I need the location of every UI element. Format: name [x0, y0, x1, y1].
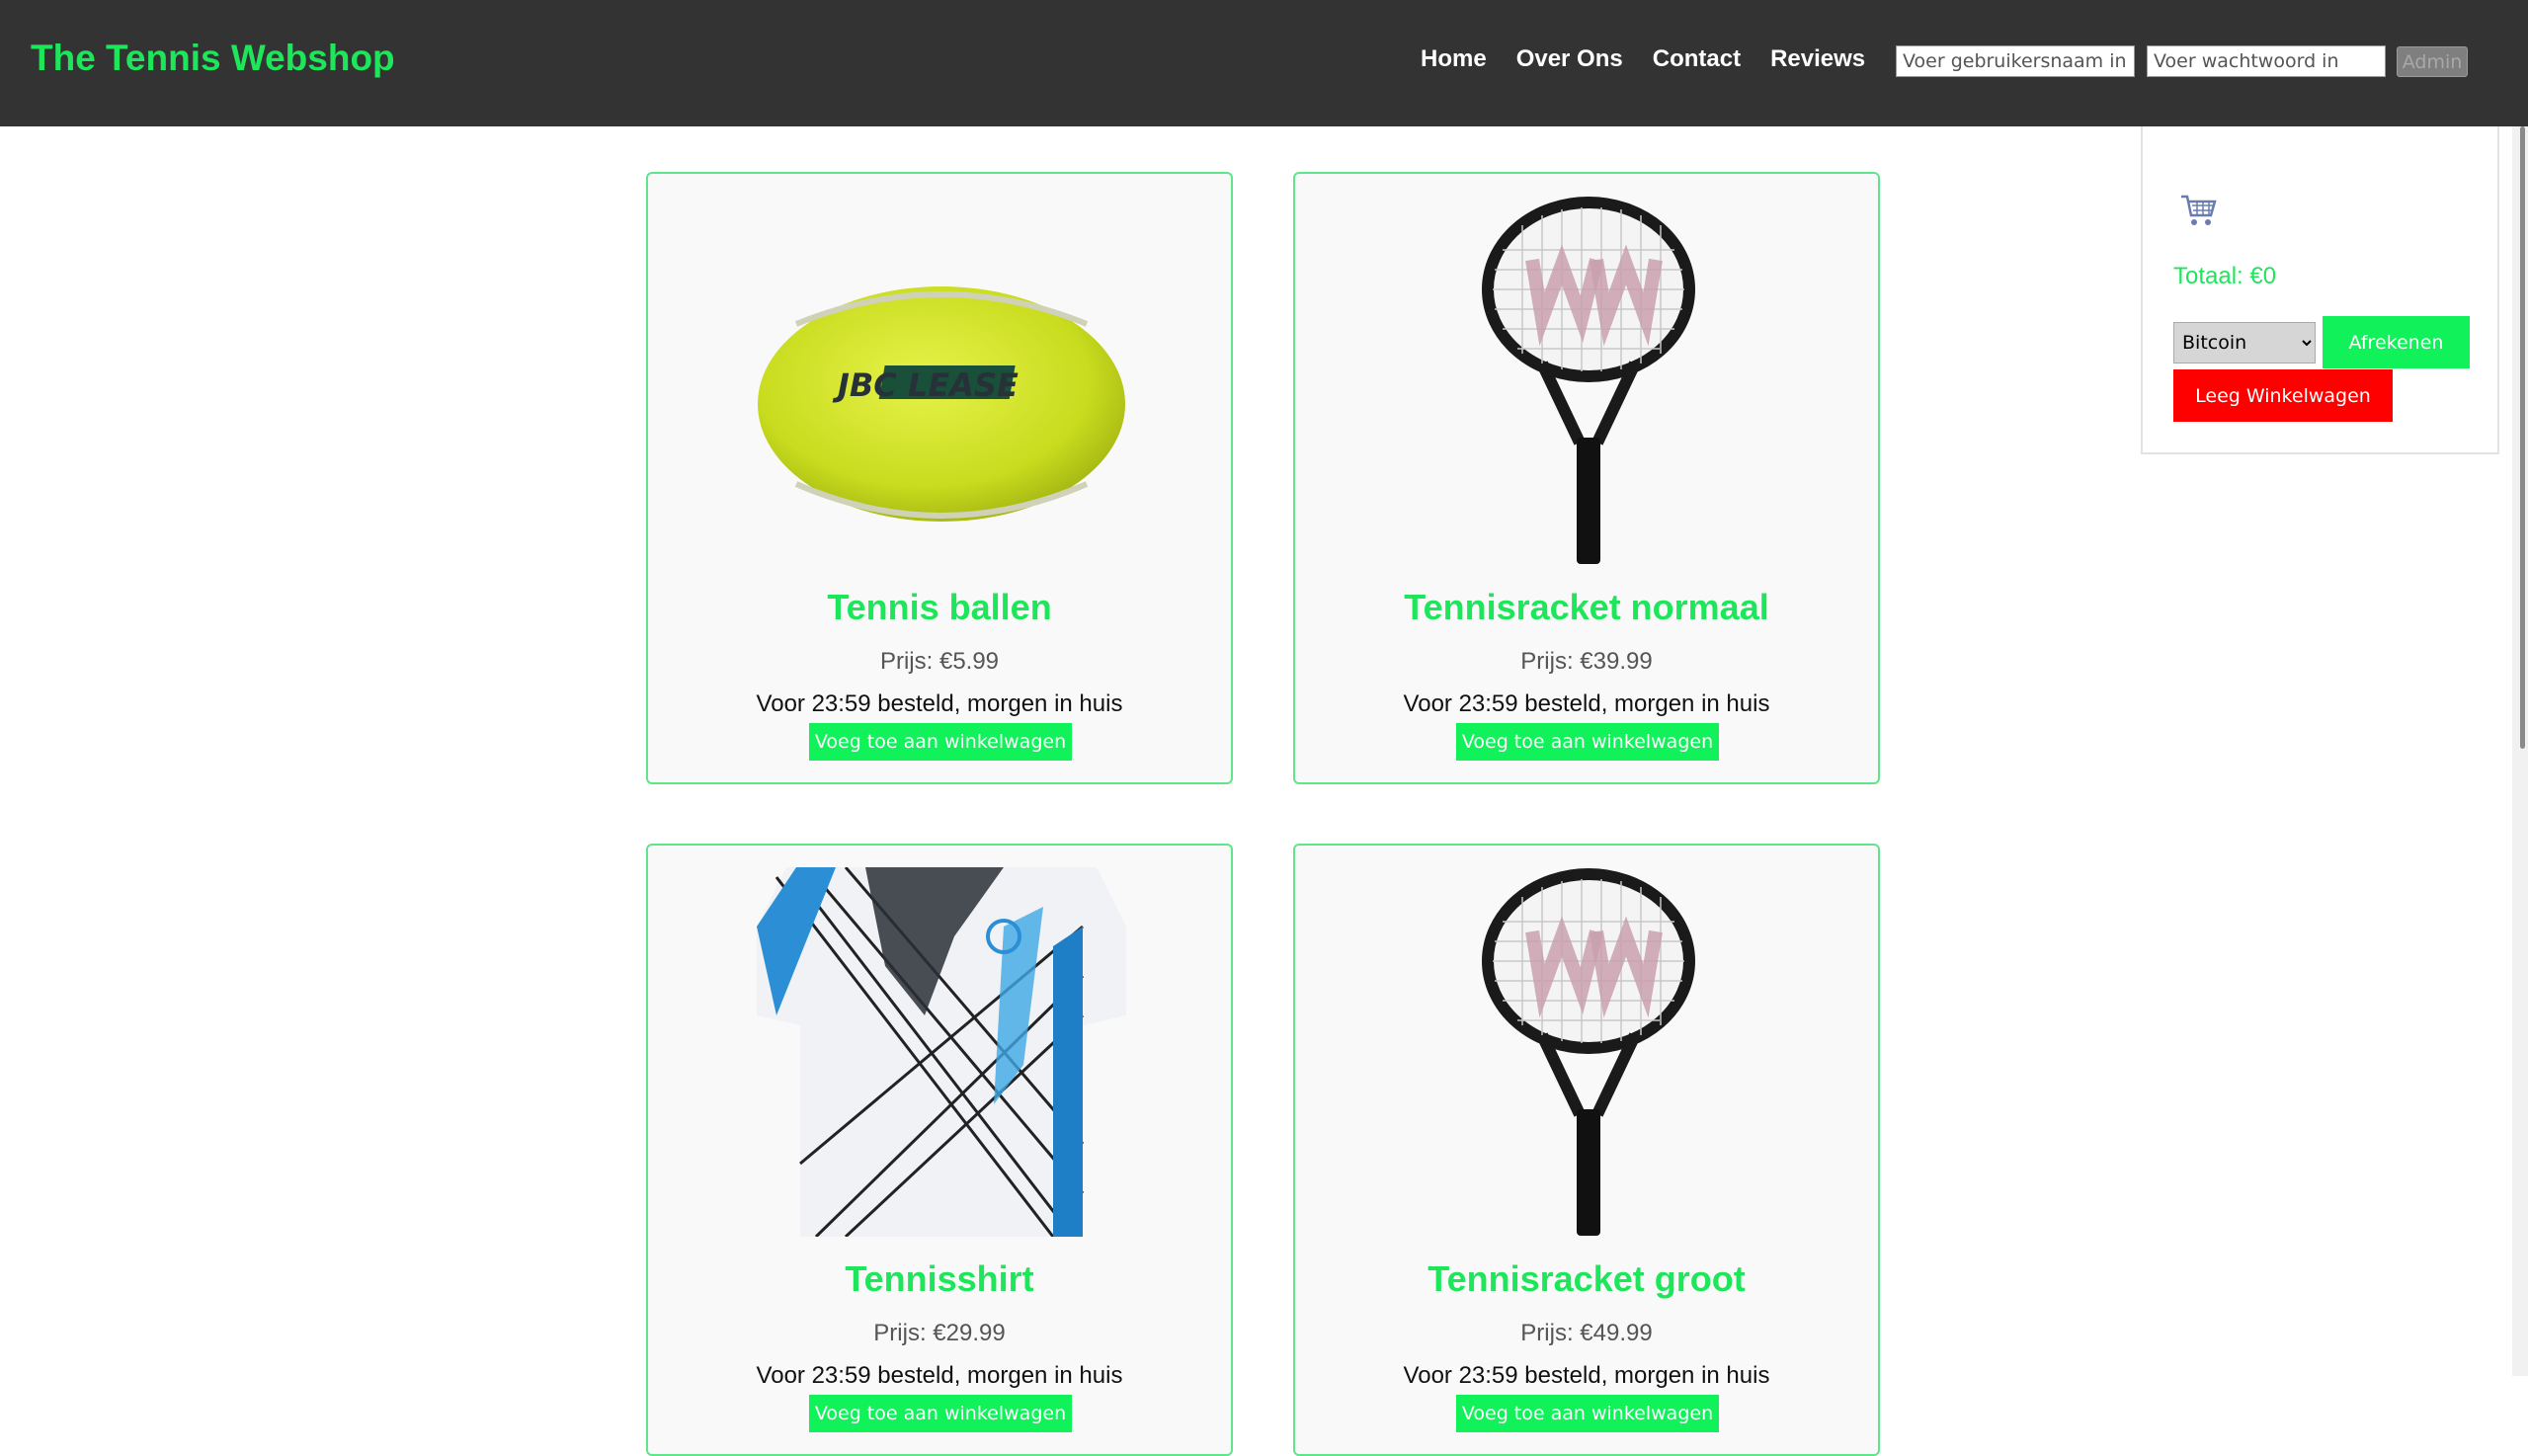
- product-card-tennisracket-normaal: Tennisracket normaal Prijs: €39.99 Voor …: [1293, 172, 1880, 784]
- top-navigation-bar: The Tennis Webshop Home Over Ons Contact…: [0, 0, 2528, 126]
- delivery-info: Voor 23:59 besteld, morgen in huis: [756, 1362, 1123, 1389]
- page-scrollbar-thumb[interactable]: [2520, 126, 2525, 749]
- delivery-info: Voor 23:59 besteld, morgen in huis: [1403, 690, 1770, 717]
- nav-over-ons-link[interactable]: Over Ons: [1516, 45, 1623, 73]
- product-title: Tennisracket groot: [1427, 1258, 1746, 1299]
- nav-home-link[interactable]: Home: [1421, 45, 1487, 73]
- cart-total: Totaal: €0: [2173, 263, 2277, 289]
- product-title: Tennis ballen: [827, 587, 1052, 627]
- tennis-shirt-image: [757, 867, 1126, 1237]
- add-to-cart-button[interactable]: Voeg toe aan winkelwagen: [809, 1395, 1072, 1432]
- tennis-racket-image: [1482, 197, 1695, 564]
- nav-contact-link[interactable]: Contact: [1653, 45, 1741, 73]
- checkout-button[interactable]: Afrekenen: [2323, 316, 2470, 368]
- product-card-tennisracket-groot: Tennisracket groot Prijs: €49.99 Voor 23…: [1293, 844, 1880, 1456]
- password-input[interactable]: [2147, 45, 2386, 77]
- product-price: Prijs: €39.99: [1520, 648, 1653, 675]
- product-card-tennisshirt: Tennisshirt Prijs: €29.99 Voor 23:59 bes…: [646, 844, 1233, 1456]
- empty-cart-button[interactable]: Leeg Winkelwagen: [2173, 369, 2393, 422]
- delivery-info: Voor 23:59 besteld, morgen in huis: [756, 690, 1123, 717]
- tennis-ball-image: JBC LEASE: [758, 286, 1125, 522]
- payment-method-select[interactable]: Bitcoin: [2173, 322, 2316, 364]
- tennis-racket-image: [1482, 868, 1695, 1236]
- add-to-cart-button[interactable]: Voeg toe aan winkelwagen: [1456, 723, 1719, 761]
- main-nav: Home Over Ons Contact Reviews: [1421, 45, 1865, 73]
- ball-logo-text: JBC LEASE: [832, 366, 1019, 404]
- product-price: Prijs: €5.99: [879, 648, 1000, 675]
- site-brand[interactable]: The Tennis Webshop: [31, 38, 395, 79]
- product-title: Tennisshirt: [845, 1258, 1034, 1299]
- username-input[interactable]: [1896, 45, 2135, 77]
- shopping-cart-panel: Totaal: €0 Bitcoin Afrekenen Leeg Winkel…: [2141, 126, 2499, 454]
- admin-button[interactable]: Admin: [2397, 46, 2468, 77]
- delivery-info: Voor 23:59 besteld, morgen in huis: [1403, 1362, 1770, 1389]
- add-to-cart-button[interactable]: Voeg toe aan winkelwagen: [1456, 1395, 1719, 1432]
- product-price: Prijs: €49.99: [1520, 1320, 1653, 1346]
- add-to-cart-button[interactable]: Voeg toe aan winkelwagen: [809, 723, 1072, 761]
- product-price: Prijs: €29.99: [873, 1320, 1006, 1346]
- shopping-cart-icon[interactable]: [2179, 194, 2217, 227]
- product-card-tennis-ballen: JBC LEASE Tennis ballen Prijs: €5.99 Voo…: [646, 172, 1233, 784]
- product-title: Tennisracket normaal: [1404, 587, 1769, 627]
- nav-reviews-link[interactable]: Reviews: [1770, 45, 1865, 73]
